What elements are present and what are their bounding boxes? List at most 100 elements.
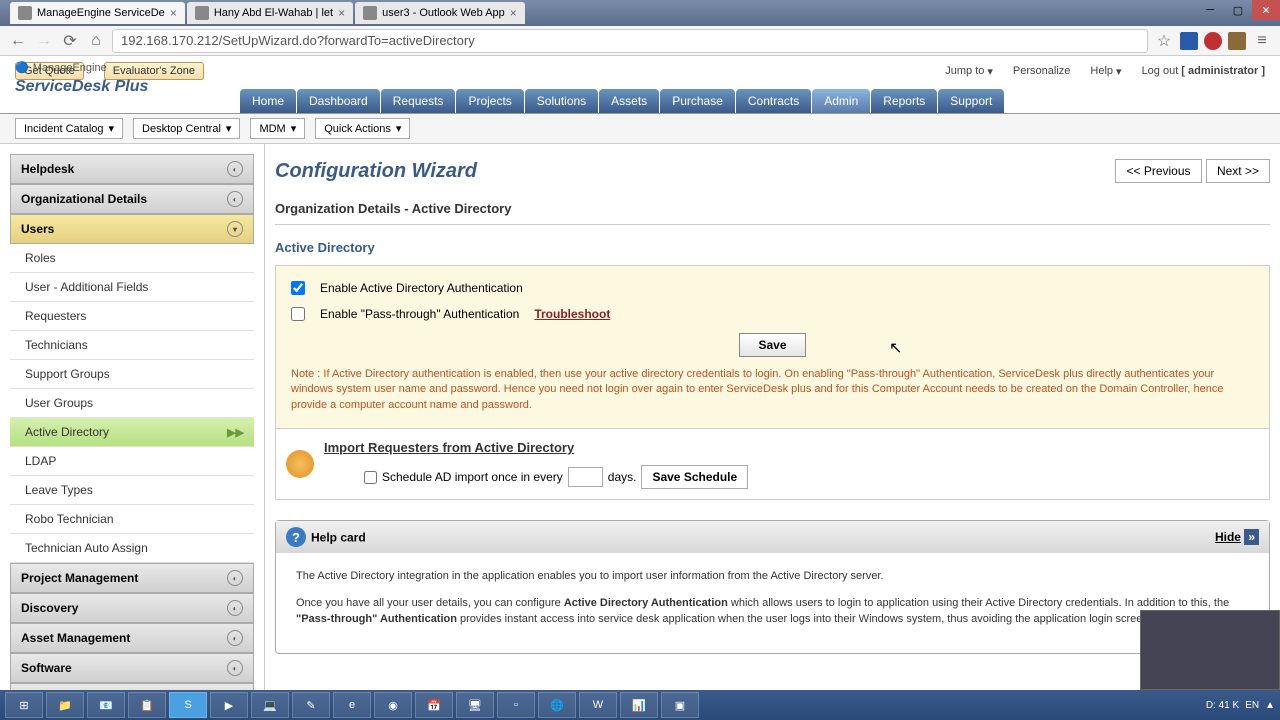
minimize-button[interactable]: ─	[1196, 0, 1224, 20]
reload-button[interactable]: ⟳	[60, 31, 80, 51]
system-tray: D: 41 K EN ▲	[1206, 700, 1275, 711]
nav-tab-projects[interactable]: Projects	[456, 89, 523, 113]
save-button[interactable]: Save	[739, 333, 805, 357]
nav-tab-contracts[interactable]: Contracts	[736, 89, 811, 113]
taskbar-app[interactable]: 🖥	[456, 692, 494, 718]
collapse-icon: ◐	[227, 191, 243, 207]
chevron-down-icon: ▾	[396, 122, 402, 135]
taskbar-app[interactable]: 🌐	[538, 692, 576, 718]
sidebar-section-header[interactable]: Helpdesk◐	[10, 154, 254, 184]
sidebar-item[interactable]: LDAP	[10, 447, 254, 476]
personalize-link[interactable]: Personalize	[1013, 65, 1070, 77]
nav-tab-reports[interactable]: Reports	[871, 89, 937, 113]
next-button[interactable]: Next >>	[1206, 159, 1270, 183]
sidebar-section-header[interactable]: Users▾	[10, 214, 254, 244]
sidebar-item[interactable]: Roles	[10, 244, 254, 273]
maximize-button[interactable]: ▢	[1224, 0, 1252, 20]
sidebar-item[interactable]: User Groups	[10, 389, 254, 418]
favicon-icon	[195, 6, 209, 20]
tray-icon[interactable]: ▲	[1265, 700, 1275, 711]
close-icon[interactable]: ×	[510, 6, 517, 20]
browser-tab-3[interactable]: user3 - Outlook Web App ×	[355, 2, 525, 24]
taskbar-app[interactable]: 📋	[128, 692, 166, 718]
sidebar-section-header[interactable]: Project Management◐	[10, 563, 254, 593]
taskbar-app[interactable]: 📁	[46, 692, 84, 718]
bookmark-icon[interactable]: ☆	[1154, 31, 1174, 51]
checkbox-label: Enable Active Directory Authentication	[320, 281, 523, 295]
taskbar-app[interactable]: ▶	[210, 692, 248, 718]
nav-tab-home[interactable]: Home	[240, 89, 296, 113]
start-button[interactable]: ⊞	[5, 692, 43, 718]
back-button[interactable]: ←	[8, 31, 28, 51]
jump-to-link[interactable]: Jump to ▾	[945, 65, 993, 78]
nav-tab-assets[interactable]: Assets	[599, 89, 659, 113]
save-schedule-button[interactable]: Save Schedule	[641, 465, 748, 489]
sidebar-item[interactable]: Leave Types	[10, 476, 254, 505]
previous-button[interactable]: << Previous	[1115, 159, 1201, 183]
active-arrow-icon: ▶▶	[227, 426, 244, 439]
taskbar-app[interactable]: S	[169, 692, 207, 718]
sidebar-section-header[interactable]: Discovery◐	[10, 593, 254, 623]
toolbar-dropdown[interactable]: Quick Actions ▾	[315, 118, 410, 139]
toolbar-dropdown[interactable]: Incident Catalog ▾	[15, 118, 123, 139]
schedule-days-input[interactable]	[568, 467, 603, 487]
nav-tab-solutions[interactable]: Solutions	[525, 89, 598, 113]
taskbar-app[interactable]: 📅	[415, 692, 453, 718]
sidebar-section-header[interactable]: Asset Management◐	[10, 623, 254, 653]
taskbar-app[interactable]: ▣	[661, 692, 699, 718]
sidebar-item[interactable]: Active Directory▶▶	[10, 418, 254, 447]
schedule-checkbox[interactable]	[364, 471, 377, 484]
import-requesters-link[interactable]: Import Requesters from Active Directory	[324, 440, 574, 455]
home-button[interactable]: ⌂	[86, 31, 106, 51]
sidebar-item[interactable]: User - Additional Fields	[10, 273, 254, 302]
taskbar-app[interactable]: ▫	[497, 692, 535, 718]
extension-icon[interactable]	[1204, 32, 1222, 50]
troubleshoot-link[interactable]: Troubleshoot	[534, 307, 610, 321]
address-bar[interactable]: 192.168.170.212/SetUpWizard.do?forwardTo…	[112, 29, 1148, 53]
nav-tab-dashboard[interactable]: Dashboard	[297, 89, 380, 113]
sidebar-item[interactable]: Requesters	[10, 302, 254, 331]
sidebar-item[interactable]: Technician Auto Assign	[10, 534, 254, 563]
taskbar: ⊞ 📁 📧 📋 S ▶ 💻 ✎ e ◉ 📅 🖥 ▫ 🌐 W 📊 ▣ D: 41 …	[0, 690, 1280, 720]
enable-ad-auth-checkbox[interactable]	[291, 281, 305, 295]
taskbar-app[interactable]: W	[579, 692, 617, 718]
collapse-icon: ▾	[227, 221, 243, 237]
hide-link[interactable]: Hide	[1215, 530, 1241, 544]
enable-passthrough-checkbox[interactable]	[291, 307, 305, 321]
taskbar-app[interactable]: 📧	[87, 692, 125, 718]
sidebar-item[interactable]: Support Groups	[10, 360, 254, 389]
logout-link[interactable]: Log out [ administrator ]	[1142, 65, 1265, 77]
close-icon[interactable]: ×	[170, 6, 177, 20]
taskbar-app[interactable]: 💻	[251, 692, 289, 718]
menu-icon[interactable]: ≡	[1252, 31, 1272, 51]
taskbar-app[interactable]: ◉	[374, 692, 412, 718]
sidebar-section-header[interactable]: Organizational Details◐	[10, 184, 254, 214]
nav-tab-purchase[interactable]: Purchase	[660, 89, 735, 113]
extension-icon[interactable]	[1228, 32, 1246, 50]
close-button[interactable]: ✕	[1252, 0, 1280, 20]
favicon-icon	[18, 6, 32, 20]
nav-tab-admin[interactable]: Admin	[812, 89, 870, 113]
collapse-icon: ◐	[227, 630, 243, 646]
help-link[interactable]: Help ▾	[1090, 65, 1121, 78]
nav-tab-support[interactable]: Support	[938, 89, 1004, 113]
language-indicator[interactable]: EN	[1245, 700, 1259, 711]
forward-button[interactable]: →	[34, 31, 54, 51]
toolbar-dropdown[interactable]: Desktop Central ▾	[133, 118, 240, 139]
sidebar-section-header[interactable]: Purchase / Contract Management◐	[10, 683, 254, 690]
nav-tab-requests[interactable]: Requests	[381, 89, 456, 113]
browser-tab-2[interactable]: Hany Abd El-Wahab | let ×	[187, 2, 353, 24]
taskbar-app[interactable]: 📊	[620, 692, 658, 718]
sidebar-item[interactable]: Robo Technician	[10, 505, 254, 534]
chevron-right-icon[interactable]: »	[1244, 529, 1259, 545]
taskbar-app[interactable]: e	[333, 692, 371, 718]
taskbar-app[interactable]: ✎	[292, 692, 330, 718]
browser-tab-1[interactable]: ManageEngine ServiceDe ×	[10, 2, 185, 24]
sidebar-item[interactable]: Technicians	[10, 331, 254, 360]
close-icon[interactable]: ×	[338, 6, 345, 20]
toolbar-dropdown[interactable]: MDM ▾	[250, 118, 305, 139]
sidebar-section-header[interactable]: Software◐	[10, 653, 254, 683]
window-controls: ─ ▢ ✕	[1196, 0, 1280, 20]
tab-label: user3 - Outlook Web App	[382, 7, 505, 19]
extension-icon[interactable]	[1180, 32, 1198, 50]
